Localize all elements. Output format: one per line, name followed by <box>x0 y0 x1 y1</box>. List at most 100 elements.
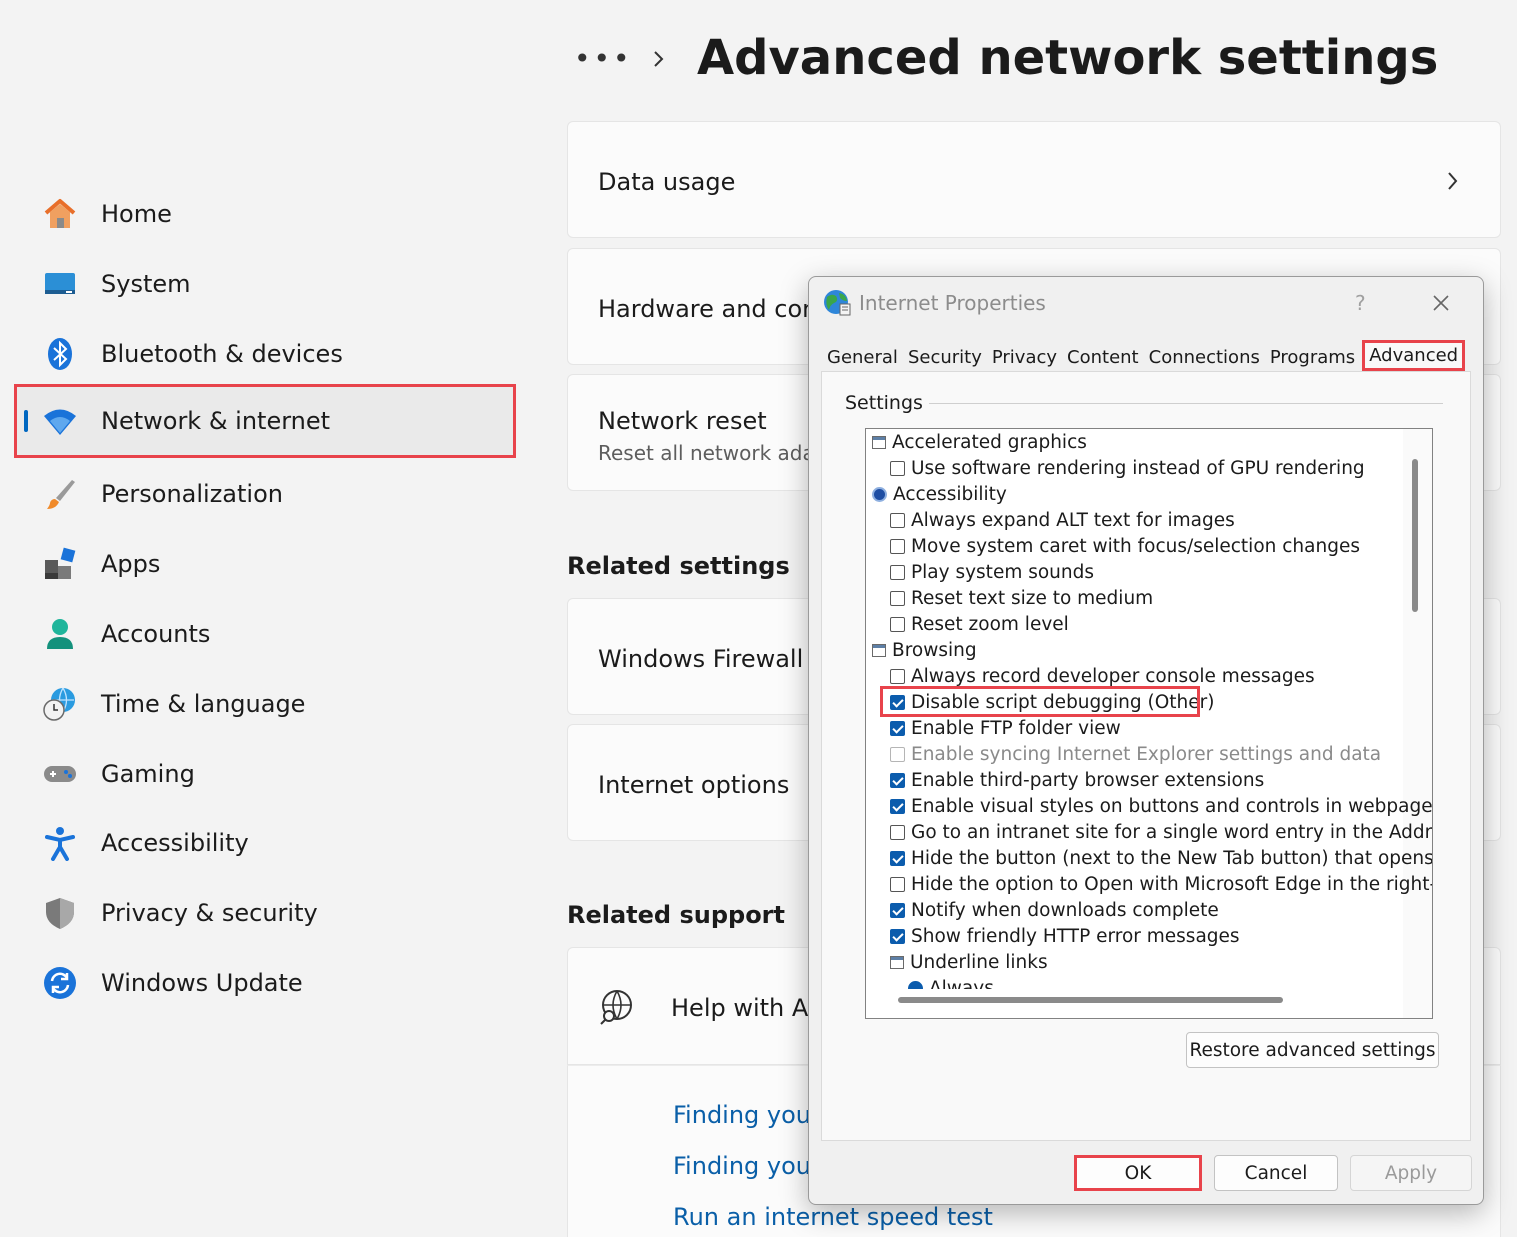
list-item[interactable]: Use software rendering instead of GPU re… <box>890 455 1365 481</box>
tab-programs[interactable]: Programs <box>1265 344 1360 371</box>
row-label: Reset text size to medium <box>911 587 1154 609</box>
list-item[interactable]: Go to an intranet site for a single word… <box>890 819 1432 845</box>
sidebar-item-label: Accounts <box>101 620 211 648</box>
help-button[interactable]: ? <box>1355 291 1366 315</box>
help-link[interactable]: Finding your <box>673 1152 821 1180</box>
list-item[interactable]: Notify when downloads complete <box>890 897 1219 923</box>
list-item[interactable]: Hide the option to Open with Microsoft E… <box>890 871 1433 897</box>
row-label: Play system sounds <box>911 561 1095 583</box>
list-item[interactable]: Enable third-party browser extensions <box>890 767 1264 793</box>
tab-general[interactable]: General <box>822 344 903 371</box>
section-title: Related settings <box>567 552 790 580</box>
close-icon[interactable] <box>1429 291 1453 319</box>
card-title: Internet options <box>598 771 790 799</box>
horizontal-scroll-thumb[interactable] <box>898 997 1283 1003</box>
tab-security[interactable]: Security <box>903 344 987 371</box>
settings-group-label: Settings <box>845 392 929 414</box>
tab-privacy[interactable]: Privacy <box>987 344 1062 371</box>
list-item[interactable]: Show friendly HTTP error messages <box>890 923 1240 949</box>
checkbox[interactable] <box>890 538 905 554</box>
checkbox[interactable] <box>890 512 905 528</box>
selection-indicator <box>24 410 28 432</box>
checkbox[interactable] <box>890 902 905 918</box>
row-label: Accelerated graphics <box>892 431 1087 453</box>
internet-globe-icon <box>822 287 852 321</box>
sidebar-item-label: Apps <box>101 550 161 578</box>
row-label: Show friendly HTTP error messages <box>911 925 1240 947</box>
sidebar-item-personalization[interactable]: Personalization <box>14 458 516 530</box>
list-group-header: Accessibility <box>872 481 1007 507</box>
page-title: Advanced network settings <box>697 30 1439 86</box>
vertical-scroll-thumb[interactable] <box>1412 459 1418 612</box>
row-label: Enable third-party browser extensions <box>911 769 1265 791</box>
help-link[interactable]: Finding your <box>673 1101 821 1129</box>
restore-advanced-settings-button[interactable]: Restore advanced settings <box>1186 1032 1439 1068</box>
checkbox[interactable] <box>890 798 905 814</box>
checkbox[interactable] <box>890 616 905 632</box>
sidebar-item-network[interactable]: Network & internet <box>14 384 516 458</box>
update-icon <box>42 965 78 1001</box>
row-label: Accessibility <box>893 483 1007 505</box>
row-label: Hide the option to Open with Microsoft E… <box>911 873 1433 895</box>
checkbox[interactable] <box>890 772 905 788</box>
tab-content[interactable]: Content <box>1062 344 1144 371</box>
tab-connections[interactable]: Connections <box>1144 344 1265 371</box>
list-item[interactable]: Play system sounds <box>890 559 1094 585</box>
ok-button[interactable]: OK <box>1074 1155 1202 1191</box>
list-item[interactable]: Reset text size to medium <box>890 585 1153 611</box>
checkbox[interactable] <box>890 824 905 840</box>
sidebar-item-gaming[interactable]: Gaming <box>14 738 516 810</box>
chevron-right-icon <box>650 44 668 78</box>
list-item[interactable]: Enable visual styles on buttons and cont… <box>890 793 1433 819</box>
list-item[interactable]: Hide the button (next to the New Tab but… <box>890 845 1432 871</box>
checkbox[interactable] <box>890 850 905 866</box>
checkbox[interactable] <box>890 564 905 580</box>
sidebar-item-accounts[interactable]: Accounts <box>14 598 516 670</box>
breadcrumb-more-button[interactable]: ••• <box>574 42 633 75</box>
sidebar-item-windows-update[interactable]: Windows Update <box>14 947 516 1019</box>
section-title: Related support <box>567 901 785 929</box>
sidebar-item-system[interactable]: System <box>14 248 516 320</box>
help-link[interactable]: Run an internet speed test <box>673 1203 993 1231</box>
sidebar-item-privacy[interactable]: Privacy & security <box>14 877 516 949</box>
list-group-header: Browsing <box>872 637 977 663</box>
apps-icon <box>42 546 78 582</box>
advanced-tab-panel: Settings Accelerated graphics Use softwa… <box>821 371 1471 1141</box>
settings-listbox[interactable]: Accelerated graphics Use software render… <box>865 428 1433 1019</box>
list-item[interactable]: Reset zoom level <box>890 611 1069 637</box>
sidebar-item-apps[interactable]: Apps <box>14 528 516 600</box>
group-icon <box>872 643 886 657</box>
chevron-right-icon <box>1444 168 1462 198</box>
sidebar-item-bluetooth[interactable]: Bluetooth & devices <box>14 318 516 390</box>
tab-advanced[interactable]: Advanced <box>1362 340 1466 371</box>
row-label: Enable FTP folder view <box>911 717 1121 739</box>
account-icon <box>42 616 78 652</box>
row-label: Always expand ALT text for images <box>911 509 1235 531</box>
sidebar-item-accessibility[interactable]: Accessibility <box>14 807 516 879</box>
checkbox[interactable] <box>890 590 905 606</box>
row-label: Browsing <box>892 639 977 661</box>
accessibility-icon <box>872 486 887 502</box>
checkbox[interactable] <box>890 928 905 944</box>
wifi-icon <box>42 403 78 439</box>
cancel-button[interactable]: Cancel <box>1214 1155 1338 1191</box>
row-label: Enable visual styles on buttons and cont… <box>911 795 1433 817</box>
group-divider <box>845 403 1443 404</box>
sidebar-item-label: Privacy & security <box>101 899 318 927</box>
sidebar-item-time-language[interactable]: Time & language <box>14 668 516 740</box>
sidebar-item-label: Personalization <box>101 480 283 508</box>
checkbox[interactable] <box>890 668 905 684</box>
data-usage-card[interactable]: Data usage <box>567 121 1501 238</box>
list-item[interactable]: Always expand ALT text for images <box>890 507 1235 533</box>
list-item[interactable]: Enable FTP folder view <box>890 715 1121 741</box>
list-item[interactable]: Move system caret with focus/selection c… <box>890 533 1360 559</box>
checkbox[interactable] <box>890 876 905 892</box>
brush-icon <box>42 476 78 512</box>
row-label: Enable syncing Internet Explorer setting… <box>911 743 1382 765</box>
checkbox[interactable] <box>890 720 905 736</box>
home-icon <box>42 196 78 232</box>
checkbox[interactable] <box>890 460 905 476</box>
sidebar-item-home[interactable]: Home <box>14 178 516 250</box>
globe-clock-icon <box>42 686 78 722</box>
sidebar-item-label: Gaming <box>101 760 195 788</box>
